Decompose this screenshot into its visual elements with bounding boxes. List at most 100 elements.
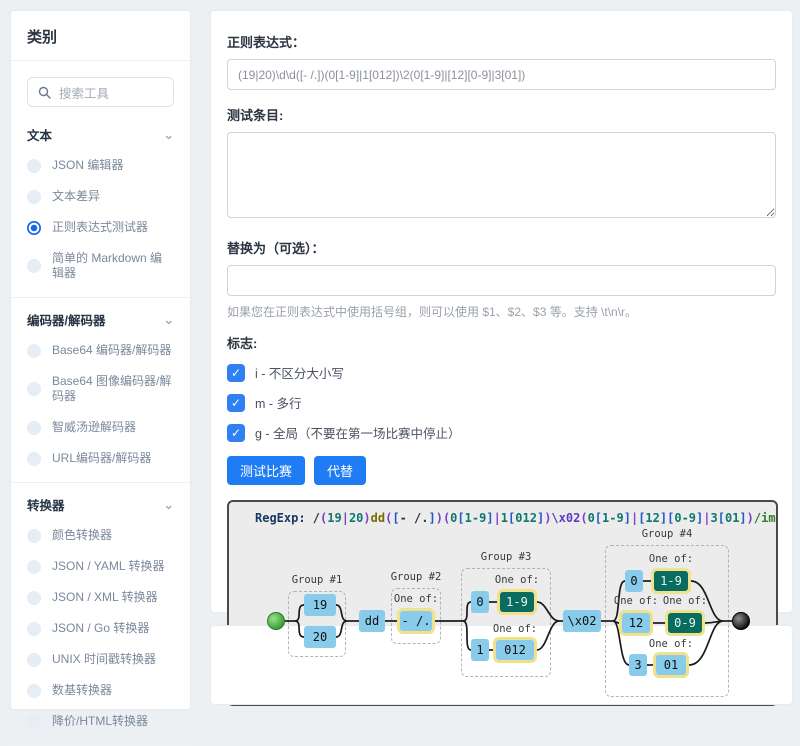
node-g3-012: 012 xyxy=(493,637,537,663)
test-match-button[interactable]: 测试比赛 xyxy=(227,456,305,485)
radio-icon xyxy=(27,452,41,466)
node-g4-3: 3 xyxy=(629,654,647,676)
sidebar-item[interactable]: 文本差异 xyxy=(11,181,190,212)
spacer xyxy=(11,289,190,297)
sidebar-item-label: URL编码器/解码器 xyxy=(52,451,151,466)
sidebar-item[interactable]: 正则表达式测试器 xyxy=(11,212,190,243)
regex-railroad-diagram: RegExp: /(19|20)dd([- /.])(0[1-9]|1[012]… xyxy=(227,500,778,706)
test-entries-label: 测试条目: xyxy=(227,105,776,124)
sidebar-item-label: 简单的 Markdown 编辑器 xyxy=(52,251,174,281)
radio-icon xyxy=(27,382,41,396)
regex-tester-panel: 正则表达式： 测试条目: 替换为（可选）： 如果您在正则表达式中使用括号组，则可… xyxy=(210,10,793,613)
sidebar-item-label: 正则表达式测试器 xyxy=(52,220,148,235)
radio-icon xyxy=(27,529,41,543)
chevron-down-icon: ⌄ xyxy=(164,127,174,142)
sidebar-sections: 文本⌄ JSON 编辑器文本差异正则表达式测试器简单的 Markdown 编辑器编… xyxy=(11,113,190,746)
group2-label: Group #2 xyxy=(391,571,442,583)
one-of-label: One of: xyxy=(663,595,707,607)
button-row: 测试比赛 代替 xyxy=(227,456,776,485)
group4-label: Group #4 xyxy=(642,528,693,540)
sidebar-item[interactable]: 颜色转换器 xyxy=(11,520,190,551)
sidebar-item[interactable]: UNIX 时间戳转换器 xyxy=(11,644,190,675)
one-of-label: One of: xyxy=(495,574,539,586)
sidebar-item[interactable]: URL编码器/解码器 xyxy=(11,443,190,474)
replace-button[interactable]: 代替 xyxy=(314,456,366,485)
node-g3-0: 0 xyxy=(471,591,489,613)
sidebar: 类别 搜索工具 文本⌄JSON 编辑器文本差异正则表达式测试器简单的 Markd… xyxy=(10,10,191,710)
search-placeholder: 搜索工具 xyxy=(59,83,109,102)
chevron-down-icon: ⌄ xyxy=(164,497,174,512)
sidebar-item-label: Base64 编码器/解码器 xyxy=(52,343,171,358)
sidebar-item[interactable]: 智威汤逊解码器 xyxy=(11,412,190,443)
section-label: 转换器 xyxy=(27,495,65,514)
radio-icon xyxy=(27,560,41,574)
node-20: 20 xyxy=(304,626,336,648)
sidebar-item[interactable]: 降价/HTML转换器 xyxy=(11,706,190,737)
radio-icon xyxy=(27,259,41,273)
search-icon xyxy=(38,86,51,99)
sidebar-item-label: Base64 图像编码器/解码器 xyxy=(52,374,174,404)
flags-label: 标志: xyxy=(227,333,776,352)
flag-checkbox-i[interactable]: ✓ xyxy=(227,364,245,382)
flag-label: i - 不区分大小写 xyxy=(255,363,344,382)
divider xyxy=(11,60,190,61)
radio-icon xyxy=(27,344,41,358)
flag-label: g - 全局（不要在第一场比赛中停止） xyxy=(255,423,461,442)
node-g4-12: 12 xyxy=(619,610,653,636)
sidebar-item[interactable]: JSON / Go 转换器 xyxy=(11,613,190,644)
node-g3-1-9: 1-9 xyxy=(497,589,537,615)
sidebar-item-label: 颜色转换器 xyxy=(52,528,112,543)
node-19: 19 xyxy=(304,594,336,616)
radio-icon xyxy=(27,159,41,173)
node-separator-charclass: - /. xyxy=(397,608,435,634)
sidebar-item-label: JSON 编辑器 xyxy=(52,158,123,173)
node-dd: dd xyxy=(359,610,385,632)
sidebar-item-label: JSON / XML 转换器 xyxy=(52,590,158,605)
flag-row-g: ✓ g - 全局（不要在第一场比赛中停止） xyxy=(227,423,776,442)
group1-label: Group #1 xyxy=(292,574,343,586)
flags-list: ✓ i - 不区分大小写 ✓ m - 多行 ✓ g - 全局（不要在第一场比赛中停止） xyxy=(227,363,776,442)
node-x02: \x02 xyxy=(563,610,601,632)
sidebar-item[interactable]: JSON / XML 转换器 xyxy=(11,582,190,613)
sidebar-item[interactable]: JSON 编辑器 xyxy=(11,150,190,181)
diagram-start-dot xyxy=(267,612,285,630)
one-of-label: One of: xyxy=(649,553,693,565)
sidebar-item[interactable]: 简单的 Markdown 编辑器 xyxy=(11,243,190,289)
regex-label: 正则表达式： xyxy=(227,32,776,51)
flag-checkbox-m[interactable]: ✓ xyxy=(227,394,245,412)
radio-icon xyxy=(27,591,41,605)
flag-checkbox-g[interactable]: ✓ xyxy=(227,424,245,442)
sidebar-item-label: 智威汤逊解码器 xyxy=(52,420,136,435)
one-of-label: One of: xyxy=(649,638,693,650)
sidebar-item[interactable]: Base64 图像编码器/解码器 xyxy=(11,366,190,412)
radio-icon xyxy=(27,622,41,636)
flag-row-m: ✓ m - 多行 xyxy=(227,393,776,412)
node-g4-1-9: 1-9 xyxy=(651,568,691,594)
replace-input[interactable] xyxy=(227,265,776,296)
one-of-label: One of: xyxy=(614,595,658,607)
sidebar-section-header[interactable]: 编码器/解码器 ⌄ xyxy=(11,298,190,335)
sidebar-item-label: UNIX 时间戳转换器 xyxy=(52,652,156,667)
regex-input[interactable] xyxy=(227,59,776,90)
test-entries-textarea[interactable] xyxy=(227,132,776,218)
sidebar-section-header[interactable]: 文本⌄ xyxy=(11,113,190,150)
one-of-label: One of: xyxy=(493,623,537,635)
group3-label: Group #3 xyxy=(481,551,532,563)
sidebar-item[interactable]: 数基转换器 xyxy=(11,675,190,706)
sidebar-item[interactable]: JSON / YAML 转换器 xyxy=(11,551,190,582)
radio-icon xyxy=(27,421,41,435)
spacer xyxy=(11,474,190,482)
chevron-down-icon: ⌄ xyxy=(164,312,174,327)
flag-label: m - 多行 xyxy=(255,393,302,412)
node-g4-0: 0 xyxy=(625,570,643,592)
sidebar-item[interactable]: Base64 编码器/解码器 xyxy=(11,335,190,366)
sidebar-item-label: 文本差异 xyxy=(52,189,100,204)
flag-row-i: ✓ i - 不区分大小写 xyxy=(227,363,776,382)
replace-label: 替换为（可选）： xyxy=(227,238,776,257)
sidebar-section-header[interactable]: 转换器 ⌄ xyxy=(11,483,190,520)
spacer xyxy=(11,737,190,745)
sidebar-item-label: 降价/HTML转换器 xyxy=(52,714,148,729)
one-of-label: One of: xyxy=(394,593,438,605)
section-label: 编码器/解码器 xyxy=(27,310,105,329)
search-input[interactable]: 搜索工具 xyxy=(27,77,174,107)
